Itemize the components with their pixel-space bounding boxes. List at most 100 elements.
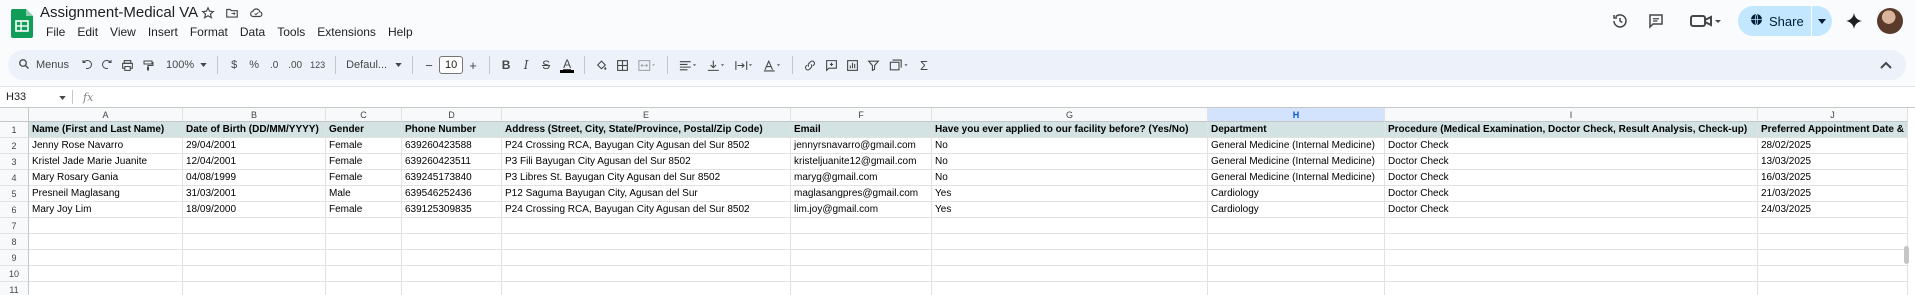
column-header-h[interactable]: H	[1208, 108, 1385, 122]
row-number[interactable]: 5	[0, 186, 29, 202]
cell[interactable]: Male	[326, 186, 402, 202]
cell[interactable]	[183, 234, 326, 250]
header-cell[interactable]: Name (First and Last Name)	[29, 122, 183, 138]
percent-format-button[interactable]: %	[244, 53, 264, 77]
zoom-select[interactable]: 100%	[162, 53, 211, 77]
cell[interactable]	[502, 250, 791, 266]
cell[interactable]	[502, 282, 791, 295]
cell[interactable]: Doctor Check	[1385, 186, 1758, 202]
header-cell[interactable]: Have you ever applied to our facility be…	[932, 122, 1208, 138]
cell[interactable]: Female	[326, 202, 402, 218]
header-cell[interactable]: Address (Street, City, State/Province, P…	[502, 122, 791, 138]
row-number[interactable]: 10	[0, 266, 29, 282]
column-header-c[interactable]: C	[326, 108, 402, 122]
menu-view[interactable]: View	[104, 24, 142, 40]
cell[interactable]	[1208, 266, 1385, 282]
font-size-increase-button[interactable]: +	[463, 53, 483, 77]
row-number[interactable]: 8	[0, 234, 29, 250]
cell[interactable]: Yes	[932, 202, 1208, 218]
cell[interactable]: Doctor Check	[1385, 170, 1758, 186]
cell[interactable]: Mary Rosary Gania	[29, 170, 183, 186]
select-all-corner[interactable]	[0, 108, 29, 122]
cell[interactable]	[1758, 218, 1908, 234]
cell[interactable]: 28/02/2025	[1758, 138, 1908, 154]
cell[interactable]: Female	[326, 138, 402, 154]
header-cell[interactable]: Email	[791, 122, 932, 138]
cell[interactable]: No	[932, 170, 1208, 186]
cell[interactable]	[402, 266, 502, 282]
cell[interactable]	[29, 266, 183, 282]
cell[interactable]	[1385, 282, 1758, 295]
vertical-scrollbar[interactable]	[1904, 246, 1909, 264]
horizontal-align-icon[interactable]	[674, 53, 702, 77]
menu-file[interactable]: File	[40, 24, 71, 40]
cell[interactable]	[791, 218, 932, 234]
cell[interactable]: Cardiology	[1208, 202, 1385, 218]
column-header-g[interactable]: G	[932, 108, 1208, 122]
cell[interactable]	[326, 266, 402, 282]
cell[interactable]: General Medicine (Internal Medicine)	[1208, 154, 1385, 170]
text-rotation-icon[interactable]	[758, 53, 786, 77]
vertical-align-icon[interactable]	[702, 53, 730, 77]
cell[interactable]	[1758, 282, 1908, 295]
italic-button[interactable]: I	[516, 53, 536, 77]
cell[interactable]: 24/03/2025	[1758, 202, 1908, 218]
cell[interactable]: Kristel Jade Marie Juanite	[29, 154, 183, 170]
undo-icon[interactable]	[77, 53, 97, 77]
share-button[interactable]: Share	[1738, 6, 1832, 36]
cell[interactable]: No	[932, 154, 1208, 170]
cell[interactable]: maryg@gmail.com	[791, 170, 932, 186]
cell[interactable]: Jenny Rose Navarro	[29, 138, 183, 154]
cell[interactable]: General Medicine (Internal Medicine)	[1208, 170, 1385, 186]
cell[interactable]	[326, 250, 402, 266]
menu-tools[interactable]: Tools	[271, 24, 311, 40]
cell[interactable]	[402, 250, 502, 266]
menu-extensions[interactable]: Extensions	[311, 24, 382, 40]
cell[interactable]: Doctor Check	[1385, 154, 1758, 170]
menu-format[interactable]: Format	[184, 24, 234, 40]
row-number[interactable]: 6	[0, 202, 29, 218]
column-header-e[interactable]: E	[502, 108, 791, 122]
cell[interactable]	[183, 266, 326, 282]
cell[interactable]: P3 Libres St. Bayugan City Agusan del Su…	[502, 170, 791, 186]
row-number[interactable]: 3	[0, 154, 29, 170]
print-icon[interactable]	[117, 53, 138, 77]
cell[interactable]	[791, 282, 932, 295]
column-header-f[interactable]: F	[791, 108, 932, 122]
fill-color-icon[interactable]	[591, 53, 612, 77]
cell[interactable]	[183, 282, 326, 295]
cell[interactable]	[1208, 218, 1385, 234]
header-cell[interactable]: Procedure (Medical Examination, Doctor C…	[1385, 122, 1758, 138]
spreadsheet-grid[interactable]: ABCDEFGHIJ 1 Name (First and Last Name) Da…	[0, 108, 1915, 295]
cell[interactable]	[932, 234, 1208, 250]
cell[interactable]: Female	[326, 154, 402, 170]
star-icon[interactable]	[200, 5, 216, 21]
column-header-j[interactable]: J	[1758, 108, 1908, 122]
header-cell[interactable]: Phone Number	[402, 122, 502, 138]
cell[interactable]: 21/03/2025	[1758, 186, 1908, 202]
menu-edit[interactable]: Edit	[71, 24, 104, 40]
cell[interactable]: kristeljuanite12@gmail.com	[791, 154, 932, 170]
text-wrapping-icon[interactable]	[730, 53, 758, 77]
cell[interactable]: No	[932, 138, 1208, 154]
cell[interactable]	[932, 250, 1208, 266]
font-size-input[interactable]: 10	[439, 56, 464, 74]
insert-chart-icon[interactable]	[842, 53, 863, 77]
insert-comment-icon[interactable]	[821, 53, 842, 77]
header-cell[interactable]: Gender	[326, 122, 402, 138]
cell[interactable]: P3 Fili Bayugan City Agusan del Sur 8502	[502, 154, 791, 170]
strikethrough-button[interactable]: S	[536, 53, 556, 77]
cell[interactable]: 639260423588	[402, 138, 502, 154]
header-cell[interactable]: Department	[1208, 122, 1385, 138]
cell[interactable]: maglasangpres@gmail.com	[791, 186, 932, 202]
bold-button[interactable]: B	[496, 53, 516, 77]
functions-button[interactable]: Σ	[914, 53, 934, 77]
cell[interactable]	[791, 234, 932, 250]
move-folder-icon[interactable]	[224, 5, 240, 21]
cell[interactable]	[1208, 234, 1385, 250]
row-number[interactable]: 11	[0, 282, 29, 295]
cell[interactable]: Doctor Check	[1385, 138, 1758, 154]
increase-decimal-button[interactable]: .00	[284, 53, 306, 77]
column-header-b[interactable]: B	[183, 108, 326, 122]
text-color-button[interactable]: A	[556, 53, 578, 77]
